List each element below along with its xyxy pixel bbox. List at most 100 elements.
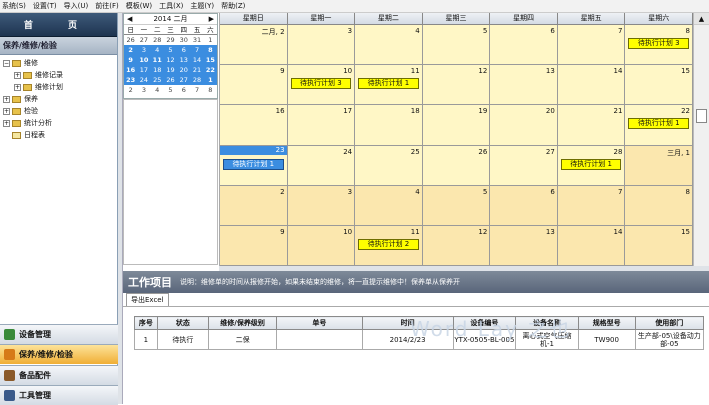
tree-item[interactable]: + 检验 [3, 105, 117, 117]
calendar-day[interactable]: 18 [355, 105, 423, 146]
mini-day[interactable]: 26 [124, 35, 137, 45]
bottom-nav-item[interactable]: 备品配件 [0, 365, 118, 385]
mini-day[interactable]: 3 [137, 85, 150, 95]
collapse-icon[interactable]: − [3, 59, 10, 67]
calendar-day[interactable]: 27 [490, 145, 558, 186]
calendar-day[interactable]: 2 [220, 185, 288, 226]
calendar-day[interactable]: 6 [490, 185, 558, 226]
mini-day[interactable]: 5 [163, 45, 178, 55]
calendar-event[interactable]: 待执行计划 3 [628, 38, 689, 49]
scroll-thumb[interactable] [696, 109, 707, 123]
mini-day[interactable]: 27 [137, 35, 150, 45]
bottom-nav-item[interactable]: 工具管理 [0, 385, 118, 405]
menu-item[interactable]: 帮助(Z) [221, 1, 245, 11]
mini-day[interactable]: 19 [163, 65, 178, 75]
bottom-nav-item[interactable]: 保养/维修/检验 [0, 344, 118, 364]
scroll-up-icon[interactable]: ▲ [694, 13, 709, 25]
mini-day[interactable]: 2 [124, 45, 138, 55]
mini-day[interactable]: 20 [177, 65, 191, 75]
menu-item[interactable]: 主题(Y) [190, 1, 214, 11]
column-header[interactable]: 序号 [134, 316, 158, 330]
prev-month-icon[interactable]: ◀ [127, 15, 132, 23]
calendar-day[interactable]: 11 待执行计划 2 [355, 225, 423, 266]
mini-day[interactable]: 15 [203, 55, 217, 65]
mini-day[interactable]: 7 [190, 45, 204, 55]
menu-item[interactable]: 工具(X) [159, 1, 183, 11]
column-header[interactable]: 使用部门 [634, 316, 705, 330]
calendar-day[interactable]: 6 [490, 25, 558, 66]
mini-day[interactable]: 2 [124, 85, 137, 95]
calendar-day[interactable]: 5 [422, 185, 491, 226]
calendar-day[interactable]: 二月, 2 [220, 25, 288, 66]
calendar-day[interactable]: 21 [557, 105, 626, 146]
calendar-day[interactable]: 3 [287, 25, 356, 66]
tree-item[interactable]: − 维修 [3, 57, 117, 69]
calendar-event[interactable]: 待执行计划 2 [358, 238, 419, 250]
calendar-day[interactable]: 8 待执行计划 3 [625, 25, 693, 66]
menu-item[interactable]: 模板(W) [126, 1, 152, 11]
calendar-day[interactable]: 16 [220, 105, 288, 146]
tree-item[interactable]: + 保养 [3, 93, 117, 105]
mini-day[interactable]: 21 [190, 65, 204, 75]
mini-day[interactable]: 10 [137, 55, 151, 65]
mini-day[interactable]: 27 [177, 75, 191, 85]
mini-day[interactable]: 8 [204, 85, 217, 95]
calendar-day[interactable]: 15 [625, 65, 693, 106]
calendar-day[interactable]: 12 [422, 65, 491, 106]
column-header[interactable]: 维修/保养级别 [207, 316, 278, 330]
mini-day[interactable]: 28 [151, 35, 164, 45]
mini-day[interactable]: 4 [151, 85, 164, 95]
mini-day[interactable]: 7 [190, 85, 203, 95]
export-excel-tab[interactable]: 导出Excel [126, 293, 169, 306]
mini-day[interactable]: 1 [204, 35, 217, 45]
calendar-day[interactable]: 20 [490, 105, 558, 146]
mini-day[interactable]: 30 [177, 35, 190, 45]
calendar-event[interactable]: 待执行计划 1 [358, 78, 419, 90]
mini-day[interactable]: 26 [163, 75, 178, 85]
bottom-nav-item[interactable]: 设备管理 [0, 324, 118, 344]
next-month-icon[interactable]: ▶ [209, 15, 214, 23]
calendar-day[interactable]: 24 [287, 145, 356, 186]
calendar-day[interactable]: 10 [287, 225, 356, 266]
calendar-day[interactable]: 19 [422, 105, 491, 146]
menu-item[interactable]: 系统(S) [2, 1, 26, 11]
calendar-day[interactable]: 22 待执行计划 1 [625, 105, 693, 146]
mini-day[interactable]: 11 [150, 55, 164, 65]
mini-day[interactable]: 31 [190, 35, 203, 45]
mini-day[interactable]: 18 [150, 65, 164, 75]
calendar-day[interactable]: 4 [355, 25, 423, 66]
calendar-day[interactable]: 14 [557, 225, 626, 266]
calendar-day[interactable]: 7 [557, 25, 626, 66]
mini-day[interactable]: 14 [190, 55, 204, 65]
calendar-day[interactable]: 5 [422, 25, 491, 66]
column-header[interactable]: 状态 [156, 316, 209, 330]
tree-item[interactable]: + 统计分析 [3, 117, 117, 129]
calendar-day[interactable]: 28 待执行计划 1 [557, 145, 626, 186]
calendar-day[interactable]: 17 [287, 105, 356, 146]
calendar-scrollbar[interactable]: ▲ [693, 13, 709, 266]
mini-day[interactable]: 6 [177, 85, 190, 95]
calendar-event[interactable]: 待执行计划 3 [290, 78, 352, 90]
mini-day[interactable]: 29 [164, 35, 177, 45]
expand-icon[interactable]: + [14, 71, 21, 79]
calendar-day[interactable]: 3 [287, 185, 356, 226]
calendar-event[interactable]: 待执行计划 1 [223, 158, 284, 170]
calendar-day[interactable]: 8 [625, 185, 693, 226]
menu-item[interactable]: 前往(F) [95, 1, 119, 11]
mini-day[interactable]: 13 [177, 55, 191, 65]
mini-day[interactable]: 5 [164, 85, 177, 95]
expand-icon[interactable]: + [14, 83, 21, 91]
calendar-day[interactable]: 4 [355, 185, 423, 226]
calendar-day[interactable]: 15 [625, 225, 693, 266]
mini-day[interactable]: 16 [124, 65, 138, 75]
menu-item[interactable]: 导入(U) [64, 1, 89, 11]
expand-icon[interactable]: + [3, 95, 10, 103]
calendar-day[interactable]: 9 [220, 225, 288, 266]
mini-day[interactable]: 8 [203, 45, 217, 55]
menu-item[interactable]: 设置(T) [33, 1, 57, 11]
calendar-day[interactable]: 13 [490, 65, 558, 106]
calendar-day[interactable]: 26 [422, 145, 491, 186]
calendar-day[interactable]: 12 [422, 225, 491, 266]
mini-day[interactable]: 25 [150, 75, 164, 85]
mini-day[interactable]: 17 [137, 65, 151, 75]
